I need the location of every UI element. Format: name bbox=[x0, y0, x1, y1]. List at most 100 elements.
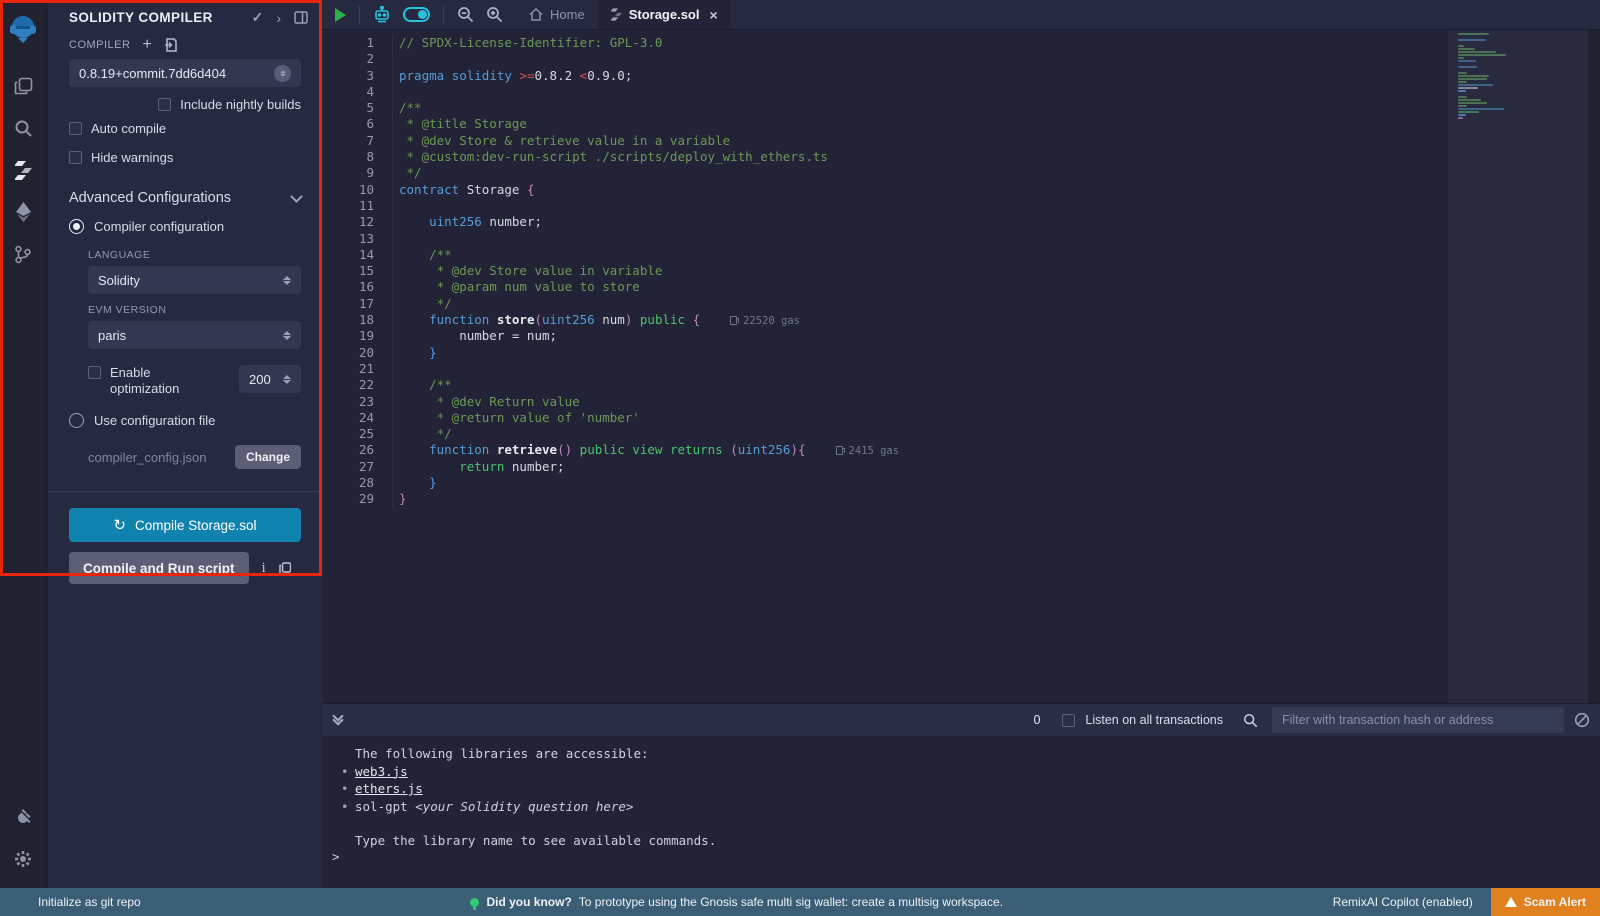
hide-warnings-checkbox[interactable] bbox=[69, 151, 82, 164]
run-script-button[interactable] bbox=[335, 8, 346, 22]
icon-sidebar bbox=[0, 0, 47, 888]
line-number: 1 bbox=[322, 35, 374, 51]
line-number: 2 bbox=[322, 51, 374, 67]
file-explorer-icon bbox=[14, 77, 33, 96]
status-bar: Initialize as git repo Did you know? To … bbox=[0, 888, 1600, 916]
editor-scrollbar[interactable] bbox=[1588, 30, 1600, 703]
terminal-prompt[interactable]: > bbox=[332, 849, 340, 864]
line-number: 23 bbox=[322, 394, 374, 410]
git-init-button[interactable]: Initialize as git repo bbox=[0, 895, 141, 909]
clear-console-icon[interactable] bbox=[1574, 712, 1590, 728]
ai-copilot-icon[interactable] bbox=[373, 6, 391, 23]
solidity-compiler-panel: SOLIDITY COMPILER ✓ › COMPILER + 0.8.19+… bbox=[48, 0, 322, 888]
info-icon[interactable]: i bbox=[262, 561, 266, 576]
compiler-version-select[interactable]: 0.8.19+commit.7dd6d404 bbox=[69, 59, 301, 87]
warning-icon bbox=[1505, 897, 1517, 907]
language-label: LANGUAGE bbox=[48, 239, 322, 266]
code-line: 17 */ bbox=[322, 296, 1600, 312]
code-editor[interactable]: 1// SPDX-License-Identifier: GPL-3.023pr… bbox=[322, 30, 1600, 703]
expand-terminal-icon[interactable] bbox=[334, 716, 342, 724]
line-number: 4 bbox=[322, 84, 374, 100]
version-caret-icon bbox=[274, 65, 291, 82]
evm-version-select[interactable]: paris bbox=[88, 321, 301, 349]
advanced-configurations-title: Advanced Configurations bbox=[69, 190, 231, 206]
line-number: 21 bbox=[322, 361, 374, 377]
did-you-know-label: Did you know? bbox=[486, 895, 571, 909]
code-line: 16 * @param num value to store bbox=[322, 279, 1600, 295]
code-line: 4 bbox=[322, 84, 1600, 100]
tab-home[interactable]: Home bbox=[516, 0, 598, 29]
line-number: 27 bbox=[322, 459, 374, 475]
compile-and-run-button[interactable]: Compile and Run script bbox=[69, 552, 249, 584]
advanced-configurations-toggle[interactable]: Advanced Configurations bbox=[48, 172, 322, 214]
copilot-toggle[interactable] bbox=[403, 7, 430, 22]
copilot-status[interactable]: RemixAI Copilot (enabled) bbox=[1333, 895, 1473, 909]
line-number: 26 bbox=[322, 442, 374, 458]
line-number: 12 bbox=[322, 214, 374, 230]
code-line: 24 * @return value of 'number' bbox=[322, 410, 1600, 426]
remix-logo[interactable] bbox=[0, 7, 47, 51]
close-tab-icon[interactable]: × bbox=[709, 7, 717, 23]
sidebar-item-plugin-manager[interactable] bbox=[0, 796, 47, 838]
scam-alert-badge[interactable]: Scam Alert bbox=[1491, 888, 1600, 916]
tab-storage-sol[interactable]: Storage.sol × bbox=[598, 0, 731, 29]
compiler-version-value: 0.8.19+commit.7dd6d404 bbox=[79, 66, 226, 81]
optimization-runs-input[interactable]: 200 bbox=[239, 365, 301, 393]
listen-transactions-checkbox[interactable] bbox=[1062, 714, 1075, 727]
remix-ide-window: SOLIDITY COMPILER ✓ › COMPILER + 0.8.19+… bbox=[0, 0, 1600, 916]
code-line: 5/** bbox=[322, 100, 1600, 116]
config-filename[interactable]: compiler_config.json bbox=[88, 450, 207, 465]
line-number: 7 bbox=[322, 133, 374, 149]
code-line: 20 } bbox=[322, 345, 1600, 361]
main-area: Home Storage.sol × 1// SPDX-License-Iden… bbox=[322, 0, 1600, 888]
zoom-in-icon[interactable] bbox=[486, 6, 503, 23]
add-compiler-icon[interactable]: + bbox=[142, 40, 151, 50]
use-configuration-file-radio[interactable] bbox=[69, 413, 84, 428]
enable-optimization-checkbox[interactable] bbox=[88, 366, 101, 379]
evm-version-label: EVM VERSION bbox=[48, 294, 322, 321]
sidebar-item-settings[interactable] bbox=[0, 838, 47, 880]
change-config-button[interactable]: Change bbox=[235, 445, 301, 469]
runs-stepper-icon[interactable] bbox=[283, 375, 291, 384]
code-line: 22 /** bbox=[322, 377, 1600, 393]
chevron-right-icon[interactable]: › bbox=[276, 10, 281, 26]
git-branch-icon bbox=[14, 245, 32, 264]
sidebar-item-git[interactable] bbox=[0, 233, 47, 275]
tab-home-label: Home bbox=[550, 7, 585, 22]
code-line: 6 * @title Storage bbox=[322, 116, 1600, 132]
terminal-header: 0 Listen on all transactions bbox=[322, 703, 1600, 736]
compiler-configuration-radio[interactable] bbox=[69, 219, 84, 234]
code-line: 27 return number; bbox=[322, 459, 1600, 475]
include-nightly-checkbox[interactable] bbox=[158, 98, 171, 111]
sidebar-item-file-explorer[interactable] bbox=[0, 65, 47, 107]
zoom-out-icon[interactable] bbox=[457, 6, 474, 23]
code-line: 15 * @dev Store value in variable bbox=[322, 263, 1600, 279]
compile-button-label: Compile Storage.sol bbox=[135, 518, 257, 533]
sidebar-item-search[interactable] bbox=[0, 107, 47, 149]
language-select[interactable]: Solidity bbox=[88, 266, 301, 294]
language-caret-icon bbox=[283, 276, 291, 285]
minimap[interactable] bbox=[1448, 30, 1588, 703]
compile-button[interactable]: ↻ Compile Storage.sol bbox=[69, 508, 301, 542]
line-number: 10 bbox=[322, 182, 374, 198]
code-line: 29} bbox=[322, 491, 1600, 507]
terminal-outro: Type the library name to see available c… bbox=[355, 832, 1600, 850]
sidebar-item-solidity-compiler[interactable] bbox=[0, 149, 47, 191]
code-line: 14 /** bbox=[322, 247, 1600, 263]
tip-text: To prototype using the Gnosis safe multi… bbox=[579, 895, 1003, 909]
transaction-filter-input[interactable] bbox=[1272, 707, 1564, 733]
library-link[interactable]: ethers.js bbox=[355, 781, 423, 796]
chevron-down-icon bbox=[290, 190, 303, 203]
transaction-count: 0 bbox=[1033, 713, 1040, 727]
language-value: Solidity bbox=[98, 273, 140, 288]
terminal[interactable]: The following libraries are accessible: … bbox=[322, 736, 1600, 888]
code-line: 9 */ bbox=[322, 165, 1600, 181]
import-compiler-icon[interactable] bbox=[164, 38, 177, 52]
library-link[interactable]: web3.js bbox=[355, 764, 408, 779]
sidebar-item-deploy-and-run[interactable] bbox=[0, 191, 47, 233]
remix-logo-icon bbox=[8, 14, 38, 44]
copy-icon[interactable] bbox=[279, 562, 291, 575]
pin-panel-icon[interactable] bbox=[294, 11, 308, 24]
auto-compile-checkbox[interactable] bbox=[69, 122, 82, 135]
solidity-compiler-icon bbox=[15, 161, 32, 180]
